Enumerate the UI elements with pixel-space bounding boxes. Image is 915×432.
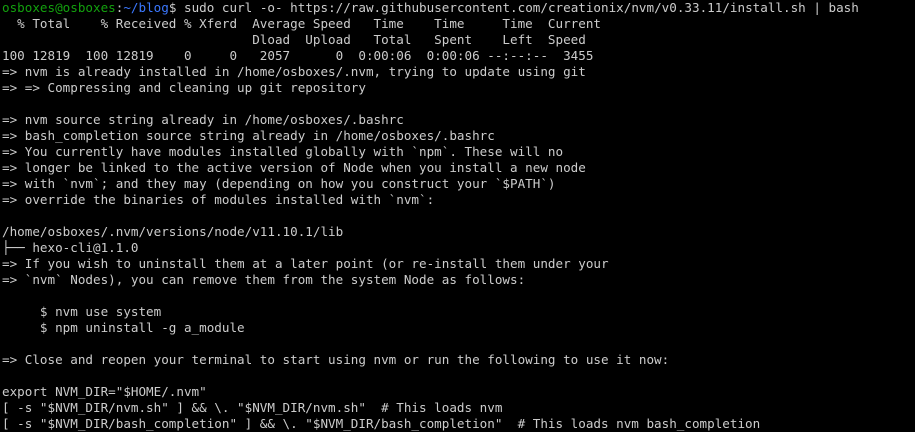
output-line: => Close and reopen your terminal to sta… [2,352,670,367]
terminal-window[interactable]: osboxes@osboxes:~/blog$ sudo curl -o- ht… [0,0,915,432]
prompt-path: ~/blog [123,0,169,15]
output-line: $ nvm use system [2,304,162,319]
output-line: $ npm uninstall -g a_module [2,320,245,335]
output-line: [ -s "$NVM_DIR/bash_completion" ] && \. … [2,416,761,431]
output-line: % Total % Received % Xferd Average Speed… [2,16,601,31]
output-line: 100 12819 100 12819 0 0 2057 0 0:00:06 0… [2,48,594,63]
output-line: => `nvm` Nodes), you can remove them fro… [2,272,526,287]
command-text: sudo curl -o- https://raw.githubusercont… [176,0,859,15]
output-line: export NVM_DIR="$HOME/.nvm" [2,384,207,399]
output-line: => nvm is already installed in /home/osb… [2,64,586,79]
output-line: => If you wish to uninstall them at a la… [2,256,609,271]
output-line: [ -s "$NVM_DIR/nvm.sh" ] && \. "$NVM_DIR… [2,400,503,415]
output-line: => longer be linked to the active versio… [2,160,586,175]
prompt-line: osboxes@osboxes:~/blog$ sudo curl -o- ht… [2,0,915,16]
output-line: => bash_completion source string already… [2,128,495,143]
output-line: => => Compressing and cleaning up git re… [2,80,366,95]
output-line: Dload Upload Total Spent Left Speed [2,32,586,47]
output-line: ├── hexo-cli@1.1.0 [2,240,139,255]
output-line: /home/osboxes/.nvm/versions/node/v11.10.… [2,224,344,239]
output-line: => You currently have modules installed … [2,144,564,159]
output-line: => with `nvm`; and they may (depending o… [2,176,556,191]
output-line: => override the binaries of modules inst… [2,192,435,207]
output-line: => nvm source string already in /home/os… [2,112,404,127]
prompt-user-host: osboxes@osboxes [2,0,116,15]
